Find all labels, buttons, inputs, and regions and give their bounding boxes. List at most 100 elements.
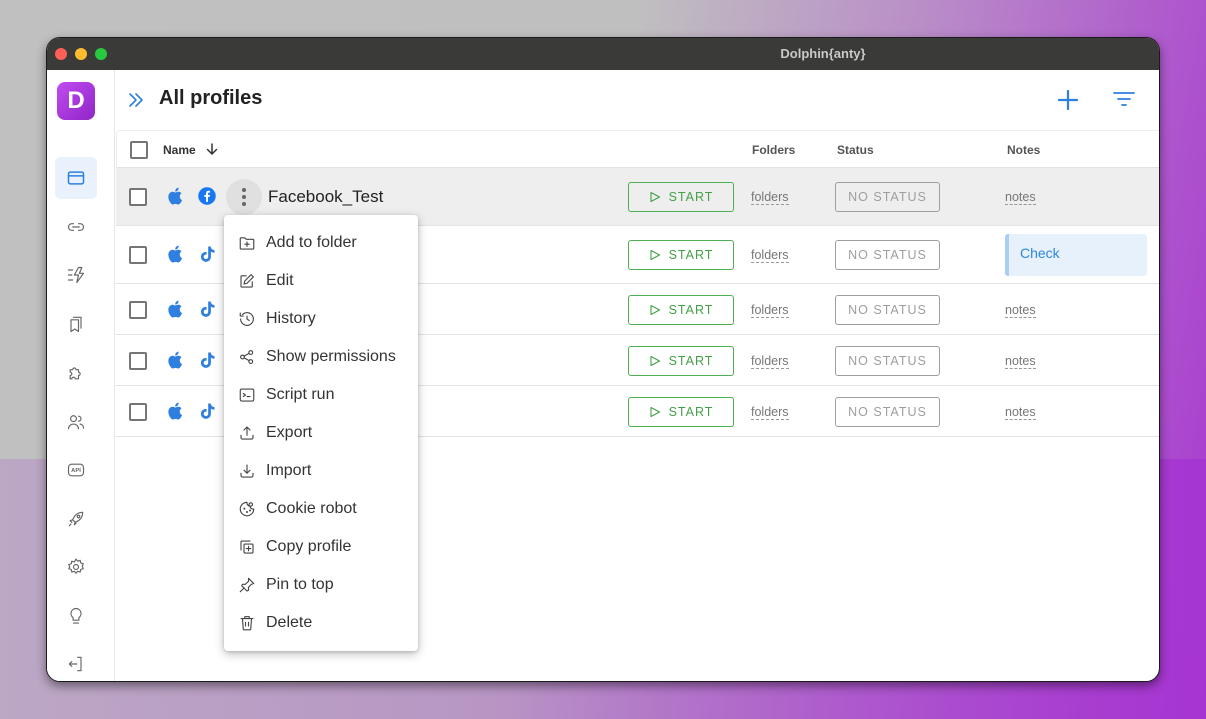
sidebar-item-proxies[interactable] [55, 206, 97, 248]
row-checkbox[interactable] [129, 246, 147, 264]
puzzle-icon [69, 367, 81, 380]
menu-item-label: Add to folder [266, 234, 357, 251]
apple-os-icon [166, 350, 186, 372]
menu-item-label: History [266, 310, 316, 327]
notes-link[interactable]: notes [1005, 303, 1036, 318]
menu-item-label: Cookie robot [266, 500, 357, 517]
start-label: START [668, 404, 714, 419]
start-profile-button[interactable]: START [628, 294, 734, 325]
sort-arrow-down-icon[interactable] [205, 142, 219, 156]
profile-context-menu: Add to folder Edit History Show permissions… [224, 215, 418, 651]
sidebar-item-team[interactable] [55, 401, 97, 443]
folders-link[interactable]: folders [751, 190, 789, 205]
play-icon [650, 355, 660, 366]
table-header: Name Folders Status Notes [116, 130, 1159, 168]
upload-icon [240, 426, 254, 440]
browser-window-icon [67, 171, 85, 185]
start-profile-button[interactable]: START [628, 182, 734, 212]
status-badge[interactable]: NO STATUS [835, 396, 940, 427]
title-bar: Dolphin{anty} [47, 38, 1159, 70]
start-label: START [668, 190, 714, 204]
menu-item-pin-to-top[interactable]: Pin to top [224, 566, 418, 604]
history-icon [239, 312, 254, 326]
select-all-checkbox[interactable] [130, 141, 148, 159]
start-profile-button[interactable]: START [628, 240, 734, 270]
menu-item-label: Script run [266, 386, 335, 403]
tiktok-icon [197, 401, 217, 423]
start-profile-button[interactable]: START [628, 396, 734, 427]
menu-item-script-run[interactable]: Script run [224, 376, 418, 414]
logo-letter: D [67, 87, 85, 114]
sidebar-item-api[interactable]: API [55, 449, 97, 491]
menu-item-label: Delete [266, 614, 313, 631]
play-icon [650, 304, 660, 315]
status-badge[interactable]: NO STATUS [835, 240, 940, 270]
play-icon [650, 191, 660, 203]
sidebar-item-settings[interactable] [55, 546, 97, 588]
column-header-status: Status [837, 143, 874, 157]
facebook-icon [197, 186, 217, 208]
folders-link[interactable]: folders [751, 248, 789, 263]
menu-item-label: Export [266, 424, 313, 441]
add-profile-button[interactable] [1055, 87, 1081, 113]
sidebar-item-automation[interactable] [55, 254, 97, 296]
menu-item-show-permissions[interactable]: Show permissions [224, 338, 418, 376]
sidebar-item-profiles[interactable] [55, 157, 97, 199]
column-name-label: Name [163, 143, 196, 157]
menu-item-history[interactable]: History [224, 300, 418, 338]
folders-link[interactable]: folders [751, 303, 789, 318]
sidebar: D API [47, 70, 115, 681]
menu-item-label: Import [266, 462, 312, 479]
folders-link[interactable]: folders [751, 405, 789, 420]
menu-item-cookie-robot[interactable]: Cookie robot [224, 490, 418, 528]
status-badge[interactable]: NO STATUS [835, 345, 940, 376]
row-checkbox[interactable] [129, 351, 147, 370]
window-title: Dolphin{anty} [780, 46, 866, 61]
share-icon [240, 350, 254, 364]
note-box[interactable]: Check [1005, 234, 1147, 276]
sidebar-item-extensions[interactable] [55, 352, 97, 394]
menu-item-copy-profile[interactable]: Copy profile [224, 528, 418, 566]
terminal-icon [239, 388, 255, 402]
rocket-icon [68, 511, 84, 527]
tiktok-icon [197, 299, 217, 321]
lightbulb-icon [70, 607, 82, 624]
sidebar-item-logout[interactable] [55, 643, 97, 681]
column-header-name[interactable]: Name [163, 143, 218, 157]
status-badge[interactable]: NO STATUS [835, 294, 940, 325]
sidebar-item-launch[interactable] [55, 498, 97, 540]
menu-item-delete[interactable]: Delete [224, 604, 418, 642]
status-badge[interactable]: NO STATUS [835, 182, 940, 212]
api-icon: API [67, 463, 85, 477]
start-label: START [668, 248, 714, 262]
menu-item-label: Pin to top [266, 576, 334, 593]
sidebar-item-bookmarks[interactable] [55, 303, 97, 345]
notes-link[interactable]: notes [1005, 190, 1036, 205]
filter-button[interactable] [1111, 87, 1137, 113]
start-profile-button[interactable]: START [628, 345, 734, 376]
flash-icon [67, 266, 85, 284]
profile-name[interactable]: Facebook_Test [268, 187, 383, 207]
row-checkbox[interactable] [129, 402, 147, 421]
menu-item-edit[interactable]: Edit [224, 262, 418, 300]
menu-item-export[interactable]: Export [224, 414, 418, 452]
row-checkbox[interactable] [129, 300, 147, 319]
play-icon [650, 249, 660, 261]
folders-link[interactable]: folders [751, 354, 789, 369]
more-options-button[interactable] [226, 179, 262, 215]
download-icon [240, 464, 254, 478]
notes-link[interactable]: notes [1005, 405, 1036, 420]
row-checkbox[interactable] [129, 188, 147, 206]
menu-item-add-to-folder[interactable]: Add to folder [224, 224, 418, 262]
link-icon [68, 223, 84, 231]
play-icon [650, 406, 660, 417]
expand-sidebar-icon[interactable] [126, 90, 146, 110]
sidebar-item-tips[interactable] [55, 595, 97, 637]
notes-link[interactable]: notes [1005, 354, 1036, 369]
plus-icon [1057, 89, 1079, 111]
app-window: Dolphin{anty} D API All profiles Name Fo… [46, 37, 1160, 682]
edit-icon [240, 274, 254, 288]
menu-item-import[interactable]: Import [224, 452, 418, 490]
copy-icon [240, 540, 254, 554]
page-title: All profiles [159, 87, 263, 109]
